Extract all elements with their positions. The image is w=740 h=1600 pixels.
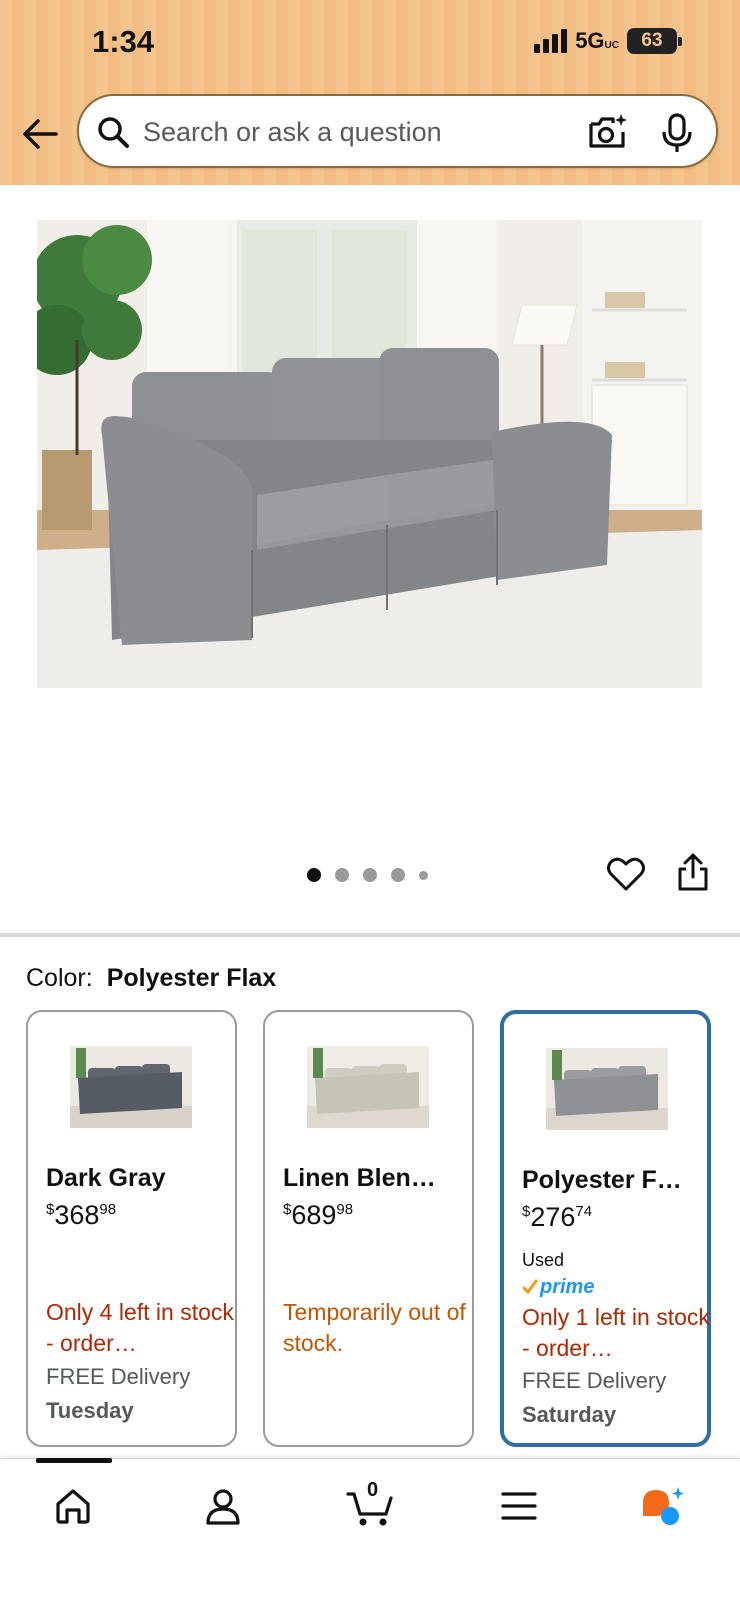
search-input[interactable] (143, 114, 563, 150)
color-thumbnail (70, 1046, 192, 1128)
battery-icon: 63 (627, 28, 682, 54)
color-thumbnail (307, 1046, 429, 1128)
nav-rufus-assistant[interactable] (638, 1481, 688, 1531)
delivery-info: FREE Delivery Saturday (522, 1368, 667, 1427)
carousel-indicator[interactable] (307, 868, 428, 882)
camera-search-icon[interactable] (587, 112, 629, 152)
stock-status: Temporarily out of stock. (283, 1299, 466, 1356)
status-time: 1:34 (92, 24, 155, 59)
network-label: 5GUC (575, 28, 619, 53)
color-option-name: Dark Gray (46, 1164, 166, 1192)
prime-check-icon (522, 1279, 538, 1295)
home-icon (56, 1489, 90, 1524)
carousel-dot[interactable] (363, 868, 377, 882)
color-option-card[interactable]: Dark Gray $36898 Only 4 left in stock - … (26, 1010, 237, 1447)
microphone-icon[interactable] (659, 112, 695, 154)
stock-status: Only 4 left in stock - order… (46, 1299, 234, 1356)
color-option-price: $68998 (283, 1200, 354, 1230)
nav-account[interactable] (198, 1481, 248, 1531)
color-option-price: $36898 (46, 1200, 117, 1230)
color-option-name: Linen Blen… (283, 1164, 436, 1192)
cart-count: 0 (367, 1479, 379, 1501)
selected-color: Polyester Flax (106, 964, 277, 992)
nav-menu[interactable] (494, 1481, 544, 1531)
color-option-price: $27674 (522, 1202, 593, 1232)
active-tab-indicator (36, 1458, 112, 1463)
color-option-card[interactable]: Linen Blen… $68998 Temporarily out of st… (263, 1010, 474, 1447)
search-bar[interactable] (77, 94, 718, 168)
menu-icon (501, 1492, 537, 1520)
search-icon (98, 117, 129, 148)
prime-badge: prime (522, 1276, 594, 1298)
carousel-dot[interactable] (307, 868, 321, 882)
header: 1:34 5GUC 63 (0, 0, 740, 185)
heart-icon[interactable] (607, 856, 645, 892)
color-option-name: Polyester F… (522, 1166, 682, 1194)
product-image[interactable] (37, 220, 702, 688)
status-icons: 5GUC 63 (534, 28, 682, 54)
carousel-dot[interactable] (419, 870, 428, 880)
stock-status: Only 1 left in stock - order… (522, 1304, 710, 1361)
share-icon[interactable] (676, 852, 710, 892)
section-divider (0, 933, 740, 937)
condition-label: Used (522, 1250, 565, 1270)
nav-cart[interactable]: 0 (343, 1479, 399, 1531)
back-arrow-icon[interactable] (20, 114, 60, 154)
color-label: Color: (26, 964, 93, 992)
account-icon (206, 1489, 240, 1525)
carousel-dot[interactable] (335, 868, 349, 882)
delivery-info: FREE Delivery Tuesday (46, 1364, 191, 1423)
assistant-icon (643, 1487, 684, 1525)
color-thumbnail (546, 1048, 668, 1130)
nav-home[interactable] (48, 1481, 98, 1531)
signal-icon (534, 29, 568, 53)
color-option-card-selected[interactable]: Polyester F… $27674 Used prime Only 1 le… (500, 1010, 711, 1447)
sofa-photo (37, 220, 702, 688)
color-label-row: Color: Polyester Flax (26, 964, 276, 993)
bottom-nav: 0 (0, 1458, 740, 1600)
carousel-dot[interactable] (391, 868, 405, 882)
battery-level: 63 (627, 28, 677, 54)
product-page: 1:34 5GUC 63 Search or ask a question Co… (0, 0, 740, 1600)
